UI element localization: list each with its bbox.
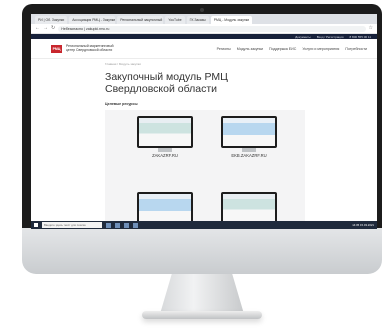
browser-tab-active[interactable]: РМЦ - Модуль закупки	[210, 16, 253, 24]
page-content: Главная / Модуль закупки Закупочный моду…	[31, 59, 377, 106]
org-name: Региональный маркетинговый центр Свердло…	[66, 43, 114, 52]
resource-screenshot	[221, 116, 277, 148]
resource-card[interactable]: EKB.ZAKAZRF.RU	[221, 116, 277, 158]
browser-tab[interactable]: РИ | Об. Закупки	[35, 16, 68, 24]
section-title: Целевые ресурсы	[105, 102, 138, 106]
site-header: РМЦ Региональный маркетинговый центр Све…	[31, 39, 377, 59]
monitor-stand-foot	[142, 311, 262, 319]
menu-item[interactable]: Регионы	[217, 47, 231, 51]
file-explorer-icon[interactable]	[115, 222, 120, 228]
menu-item[interactable]: Модуль закупки	[237, 47, 263, 51]
resource-label[interactable]: ZAKAZRF.RU	[137, 153, 193, 158]
monitor-base	[158, 148, 172, 152]
address-bar: ← → ↻ Небезопасно | zakupki.rmc.ru ☆	[31, 24, 377, 34]
menu-item[interactable]: Потребности	[345, 47, 367, 51]
monitor-chin	[22, 228, 382, 274]
back-icon[interactable]: ←	[35, 24, 40, 33]
taskbar-search[interactable]: Введите здесь текст для поиска	[42, 222, 102, 228]
main-menu: Регионы Модуль закупки Поддержка ЕИС Усл…	[217, 47, 367, 51]
resource-card[interactable]: ZAKAZRF.RU	[137, 116, 193, 158]
resources-grid: ZAKAZRF.RU EKB.ZAKAZRF.RU	[105, 110, 305, 229]
phone-number: 8 800 555 00 11	[349, 34, 371, 39]
top-link[interactable]: Документы	[295, 35, 310, 39]
browser-tabbar: РИ | Об. Закупки Ассоциация РМЦ - Закупк…	[31, 14, 377, 24]
browser-tab[interactable]: ГК Заказы	[186, 16, 209, 24]
reload-icon[interactable]: ↻	[51, 24, 55, 33]
app-icon[interactable]	[133, 222, 138, 228]
windows-start-icon[interactable]	[34, 223, 38, 227]
monitor-stand-neck	[160, 274, 244, 314]
page-title: Закупочный модуль РМЦ Свердловской облас…	[105, 71, 228, 95]
browser-tab[interactable]: Ассоциация РМЦ - Закупки	[69, 16, 116, 24]
camera	[200, 8, 204, 12]
resource-screenshot	[221, 192, 277, 224]
browser-tab[interactable]: YouTube	[165, 16, 185, 24]
monitor-base	[242, 148, 256, 152]
resource-screenshot	[137, 116, 193, 148]
top-link[interactable]: Вход / Регистрация	[317, 35, 344, 39]
taskbar-clock: 14:05 15.03.2021	[352, 223, 374, 227]
screen: РИ | Об. Закупки Ассоциация РМЦ - Закупк…	[31, 14, 377, 229]
browser-tab[interactable]: Региональный закупочный	[117, 16, 164, 24]
breadcrumb[interactable]: Главная / Модуль закупки	[105, 62, 377, 66]
browser-icon[interactable]	[124, 222, 129, 228]
menu-item[interactable]: Услуги и мероприятия	[302, 47, 339, 51]
resource-screenshot	[137, 192, 193, 224]
resource-label[interactable]: EKB.ZAKAZRF.RU	[221, 153, 277, 158]
windows-taskbar: Введите здесь текст для поиска 14:05 15.…	[31, 221, 377, 229]
task-view-icon[interactable]	[106, 222, 111, 228]
forward-icon[interactable]: →	[43, 24, 48, 33]
menu-item[interactable]: Поддержка ЕИС	[269, 47, 296, 51]
site-logo[interactable]: РМЦ	[51, 44, 62, 53]
star-icon[interactable]: ☆	[369, 24, 373, 33]
url-field[interactable]: Небезопасно | zakupki.rmc.ru	[58, 25, 366, 32]
